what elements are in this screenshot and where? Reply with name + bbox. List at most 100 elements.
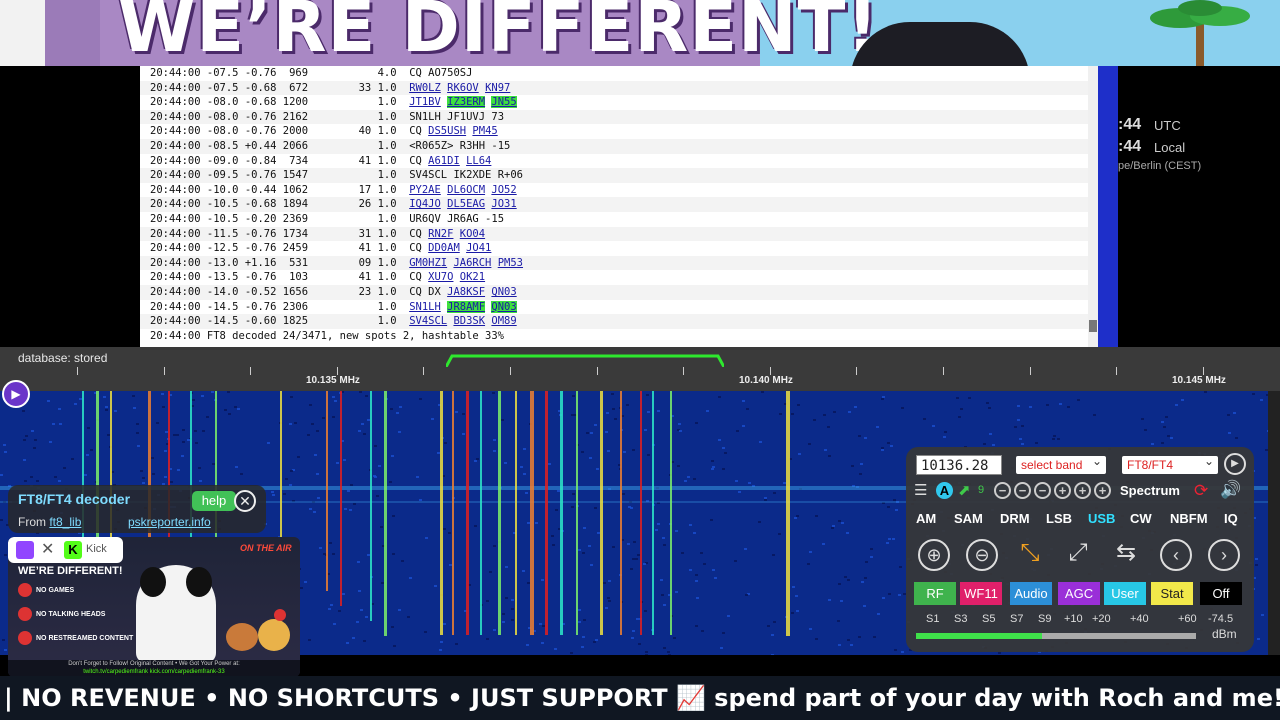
refresh-icon[interactable]: ⟳ (1194, 481, 1208, 501)
extension-select[interactable]: FT8/FT4 (1122, 452, 1218, 474)
scale-tick (597, 367, 598, 375)
mode-button-sam[interactable]: SAM (954, 511, 983, 526)
log-line-prefix: 20:44:00 -10.0 -0.44 1062 17 1.0 (150, 183, 410, 196)
callsign-link[interactable]: QN03 (491, 286, 516, 298)
callsign-link[interactable]: KO04 (460, 228, 485, 240)
passband-indicator[interactable] (446, 353, 724, 367)
callsign-link[interactable]: GM0HZI (409, 257, 447, 269)
from-label: From (18, 515, 46, 529)
callsign-link[interactable]: OM89 (491, 315, 516, 327)
callsign-link[interactable]: PY2AE (409, 184, 441, 196)
callsign-link[interactable]: JA8KSF (447, 286, 485, 298)
log-text: CQ (409, 154, 429, 167)
log-line-prefix: 20:44:00 -12.5 -0.76 2459 41 1.0 (150, 242, 410, 255)
mode-button-drm[interactable]: DRM (1000, 511, 1030, 526)
ft8lib-link[interactable]: ft8_lib (49, 515, 81, 529)
callsign-link[interactable]: DL5EAG (447, 198, 485, 210)
expand-icon[interactable]: ⬈ (958, 481, 971, 499)
frequency-scale[interactable]: database: stored 10.135 MHz 10.140 MHz 10.… (0, 347, 1280, 391)
zoom-in-icon[interactable]: + (1054, 482, 1071, 499)
tab-stat[interactable]: Stat (1151, 582, 1193, 605)
compress-icon[interactable]: ⤡ (1014, 539, 1046, 571)
tab-wf11[interactable]: WF11 (960, 582, 1002, 605)
mode-button-cw[interactable]: CW (1130, 511, 1152, 526)
callsign-link[interactable]: RW0LZ (409, 82, 441, 94)
x-icon: ✕ (41, 541, 55, 558)
callsign-link[interactable]: KN97 (485, 82, 510, 94)
callsign-link[interactable]: DD0AM (428, 242, 460, 254)
tab-rf[interactable]: RF (914, 582, 956, 605)
swap-icon[interactable]: ⇆ (1110, 539, 1142, 571)
callsign-link[interactable]: BD3SK (453, 315, 485, 327)
callsign-link[interactable]: PM45 (472, 125, 497, 137)
callsign-link[interactable]: DS5USH (428, 125, 466, 137)
frequency-input[interactable]: 10136.28 (916, 455, 1002, 475)
spectrum-button[interactable]: Spectrum (1120, 483, 1180, 498)
callsign-link[interactable]: JO52 (491, 184, 516, 196)
callsign-link[interactable]: LL64 (466, 155, 491, 167)
callsign-link[interactable]: JR8AMF (447, 300, 486, 313)
zoom-in-3-icon[interactable]: + (1094, 482, 1111, 499)
pskreporter-link[interactable]: pskreporter.info (128, 515, 211, 529)
clock-panel: :44 UTC :44 Local pe/Berlin (CEST) (1118, 66, 1280, 347)
callsign-link[interactable]: JO41 (466, 242, 491, 254)
callsign-link[interactable]: IZ3ERM (447, 96, 486, 109)
zoom-out-big-icon[interactable]: ⊖ (966, 539, 998, 571)
callsign-link[interactable]: JT1BV (409, 96, 441, 108)
menu-icon[interactable]: ☰ (914, 481, 927, 499)
callsign-link[interactable]: JN55 (491, 96, 517, 109)
tab-audio[interactable]: Audio (1010, 582, 1052, 605)
log-line: 20:44:00 -14.0 -0.52 1656 23 1.0 CQ DX J… (140, 284, 1097, 300)
band-select[interactable]: select band (1016, 452, 1106, 474)
close-icon[interactable]: ✕ (234, 490, 256, 512)
zoom-in-2-icon[interactable]: + (1074, 482, 1091, 499)
tab-user[interactable]: User (1104, 582, 1146, 605)
mode-button-lsb[interactable]: LSB (1046, 511, 1072, 526)
zoom-in-big-icon[interactable]: ⊕ (918, 539, 950, 571)
log-scroll-thumb[interactable] (1089, 320, 1097, 332)
zoom-out-small-icon[interactable]: − (994, 482, 1011, 499)
play-icon[interactable]: ▶ (1224, 453, 1246, 475)
callsign-link[interactable]: A61DI (428, 155, 460, 167)
mode-button-am[interactable]: AM (916, 511, 936, 526)
mode-button-iq[interactable]: IQ (1224, 511, 1238, 526)
tab-off[interactable]: Off (1200, 582, 1242, 605)
callsign-link[interactable]: SV4SCL (409, 315, 447, 327)
zoom-out-icon[interactable]: − (1014, 482, 1031, 499)
log-scrollbar[interactable] (1088, 66, 1098, 347)
mode-button-nbfm[interactable]: NBFM (1170, 511, 1208, 526)
card-footer-links: twitch.tv/carpediemfrank kick.com/carped… (83, 669, 225, 675)
local-time: :44 (1118, 138, 1142, 155)
callsign-link[interactable]: JO31 (491, 198, 516, 210)
log-line-prefix: 20:44:00 -08.5 +0.44 2066 1.0 (150, 139, 410, 152)
ticker-banner: | NO REVENUE • NO SHORTCUTS • JUST SUPPO… (0, 676, 1280, 720)
zoom-out-2-icon[interactable]: − (1034, 482, 1051, 499)
callsign-link[interactable]: OK21 (460, 271, 485, 283)
callsign-link[interactable]: IQ4JO (409, 198, 441, 210)
play-icon[interactable]: ▶ (2, 380, 30, 408)
callsign-link[interactable]: SN1LH (409, 301, 441, 313)
waterfall-scrollbar[interactable] (1268, 391, 1280, 655)
palm-tree-image (1150, 0, 1250, 66)
tab-agc[interactable]: AGC (1058, 582, 1100, 605)
callsign-link[interactable]: QN03 (491, 300, 517, 313)
callsign-link[interactable]: RN2F (428, 228, 453, 240)
decoded-messages-log[interactable]: 20:44:00 -07.5 -0.76 969 4.0 CQ AO750SJ 2… (140, 66, 1098, 347)
log-text: CQ AO750SJ (409, 67, 473, 79)
log-line-prefix: 20:44:00 -09.5 -0.76 1547 1.0 (150, 169, 410, 182)
callsign-link[interactable]: DL6OCM (447, 184, 485, 196)
callsign-link[interactable]: PM53 (498, 257, 523, 269)
mode-button-usb[interactable]: USB (1088, 511, 1115, 526)
callsign-link[interactable]: JA6RCH (453, 257, 491, 269)
log-line-prefix: 20:44:00 -10.5 -0.20 2369 1.0 (150, 212, 410, 225)
chevron-right-icon[interactable]: › (1208, 539, 1240, 571)
agc-a-button[interactable]: A (936, 482, 953, 499)
speaker-icon[interactable]: 🔊 (1220, 480, 1241, 500)
chevron-left-icon[interactable]: ‹ (1160, 539, 1192, 571)
help-button[interactable]: help (192, 491, 236, 511)
callsign-link[interactable]: RK6OV (447, 82, 479, 94)
expand-diagonal-icon[interactable]: ⤢ (1062, 539, 1094, 571)
callsign-link[interactable]: XU7O (428, 271, 453, 283)
log-line: 20:44:00 -11.5 -0.76 1734 31 1.0 CQ RN2F… (140, 226, 1097, 242)
log-line: 20:44:00 -13.0 +1.16 531 09 1.0 GM0HZI J… (140, 255, 1097, 271)
